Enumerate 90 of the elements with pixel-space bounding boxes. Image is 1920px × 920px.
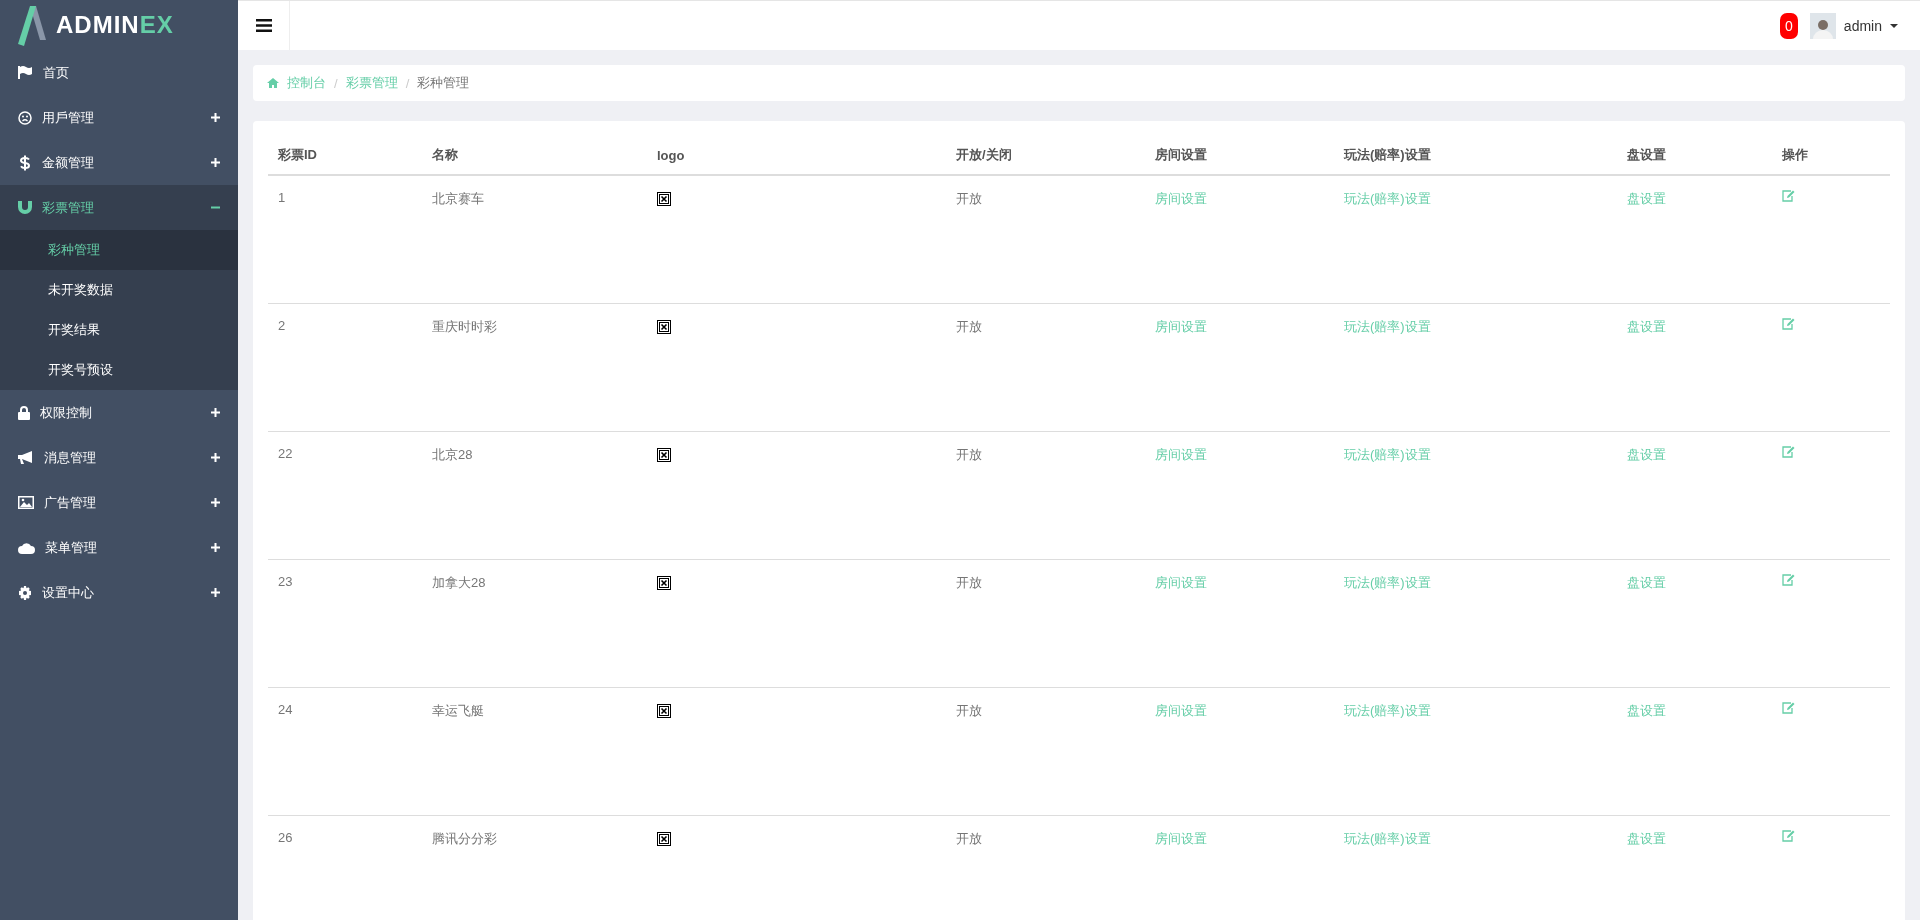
- breadcrumb-link[interactable]: 控制台: [287, 74, 326, 92]
- table-cell-text: 26: [277, 830, 294, 845]
- column-header: logo: [656, 147, 686, 163]
- table-cell-text: 开放: [955, 446, 983, 464]
- plus-icon[interactable]: [211, 498, 220, 507]
- odds-settings-link[interactable]: 玩法(赔率)设置: [1344, 574, 1431, 592]
- table-cell-text: 开放: [955, 574, 983, 592]
- submenu-item[interactable]: 彩种管理: [0, 230, 238, 270]
- sidebar-item[interactable]: 金额管理: [0, 140, 238, 185]
- pan-settings-link[interactable]: 盘设置: [1627, 702, 1666, 720]
- home-icon: [267, 78, 279, 88]
- table-cell-text: 开放: [955, 830, 983, 848]
- pan-settings-link[interactable]: 盘设置: [1627, 318, 1666, 336]
- table-cell-text: 北京28: [431, 446, 474, 464]
- odds-settings-link[interactable]: 玩法(赔率)设置: [1344, 318, 1431, 336]
- plus-icon[interactable]: [211, 543, 220, 552]
- table-cell-text: 北京赛车: [431, 190, 485, 208]
- room-settings-link[interactable]: 房间设置: [1155, 702, 1207, 720]
- sidebar-item[interactable]: 首页: [0, 50, 238, 95]
- table-cell-text: 1: [277, 190, 287, 205]
- pan-settings-link[interactable]: 盘设置: [1627, 830, 1666, 848]
- plus-icon[interactable]: [211, 158, 220, 167]
- notification-badge[interactable]: 0: [1779, 12, 1798, 39]
- flag-icon: [18, 66, 33, 79]
- sidebar-item[interactable]: 用戶管理: [0, 95, 238, 140]
- odds-settings-link[interactable]: 玩法(赔率)设置: [1344, 190, 1431, 208]
- menu-icon: [255, 19, 272, 32]
- breadcrumb-separator: /: [405, 75, 410, 91]
- brand-name: ADMINEX: [56, 11, 174, 39]
- table-cell-text: 2: [277, 318, 287, 333]
- column-header: 玩法(赔率)设置: [1342, 146, 1432, 164]
- table-cell-text: 加拿大28: [431, 574, 487, 592]
- sidebar-item[interactable]: 设置中心: [0, 570, 238, 615]
- room-settings-link[interactable]: 房间设置: [1155, 446, 1207, 464]
- table-cell-text: 22: [277, 446, 294, 461]
- room-settings-link[interactable]: 房间设置: [1155, 830, 1207, 848]
- cloud-icon: [18, 541, 35, 554]
- odds-settings-link[interactable]: 玩法(赔率)设置: [1344, 702, 1431, 720]
- broken-image-icon: [657, 704, 671, 718]
- table-cell-text: 开放: [955, 318, 983, 336]
- table-cell-text: 23: [277, 574, 294, 589]
- picture-icon: [18, 496, 34, 509]
- sidebar-item[interactable]: 广告管理: [0, 480, 238, 525]
- breadcrumb-separator: /: [334, 75, 338, 91]
- sad-face-icon: [18, 110, 32, 125]
- caret-icon: [1890, 23, 1898, 28]
- odds-settings-link[interactable]: 玩法(赔率)设置: [1344, 830, 1431, 848]
- breadcrumb-link[interactable]: 彩票管理: [345, 74, 398, 92]
- broken-image-icon: [657, 192, 671, 206]
- pan-settings-link[interactable]: 盘设置: [1627, 190, 1666, 208]
- table-cell-text: 重庆时时彩: [431, 318, 498, 336]
- sidebar-item[interactable]: 权限控制: [0, 390, 238, 435]
- column-header: 开放/关闭: [955, 146, 1013, 164]
- plus-icon[interactable]: [211, 113, 220, 122]
- table-cell-text: 开放: [955, 702, 983, 720]
- column-header: 盘设置: [1626, 146, 1667, 164]
- column-header: 名称: [431, 146, 459, 164]
- broken-image-icon: [657, 320, 671, 334]
- sidebar-item[interactable]: 彩票管理: [0, 185, 238, 230]
- room-settings-link[interactable]: 房间设置: [1155, 318, 1207, 336]
- column-header: 操作: [1781, 146, 1809, 164]
- pan-settings-link[interactable]: 盘设置: [1627, 574, 1666, 592]
- settings-icon: [18, 585, 32, 600]
- plus-icon[interactable]: [211, 588, 220, 597]
- table-cell-text: 幸运飞艇: [431, 702, 485, 720]
- plus-icon[interactable]: [211, 453, 220, 462]
- user-menu[interactable]: admin: [1809, 12, 1898, 39]
- dollar-icon: [18, 154, 32, 171]
- submenu-item[interactable]: 开奖结果: [0, 310, 238, 350]
- submenu-item[interactable]: 未开奖数据: [0, 270, 238, 310]
- broken-image-icon: [657, 832, 671, 846]
- lock-icon: [18, 405, 30, 420]
- odds-settings-link[interactable]: 玩法(赔率)设置: [1344, 446, 1431, 464]
- megaphone-icon: [18, 451, 34, 464]
- room-settings-link[interactable]: 房间设置: [1155, 190, 1207, 208]
- table-cell-text: 24: [277, 702, 294, 717]
- plus-icon[interactable]: [211, 408, 220, 417]
- breadcrumb-current: 彩种管理: [417, 74, 470, 92]
- column-header: 房间设置: [1154, 146, 1208, 164]
- sidebar-item[interactable]: 菜单管理: [0, 525, 238, 570]
- table-cell-text: 开放: [955, 190, 983, 208]
- broken-image-icon: [657, 448, 671, 462]
- column-header: 彩票ID: [277, 146, 318, 164]
- room-settings-link[interactable]: 房间设置: [1155, 574, 1207, 592]
- table-cell-text: 腾讯分分彩: [431, 830, 498, 848]
- sidebar-item[interactable]: 消息管理: [0, 435, 238, 480]
- magnet-icon: [18, 201, 32, 214]
- broken-image-icon: [657, 576, 671, 590]
- submenu-item[interactable]: 开奖号预设: [0, 350, 238, 390]
- pan-settings-link[interactable]: 盘设置: [1627, 446, 1666, 464]
